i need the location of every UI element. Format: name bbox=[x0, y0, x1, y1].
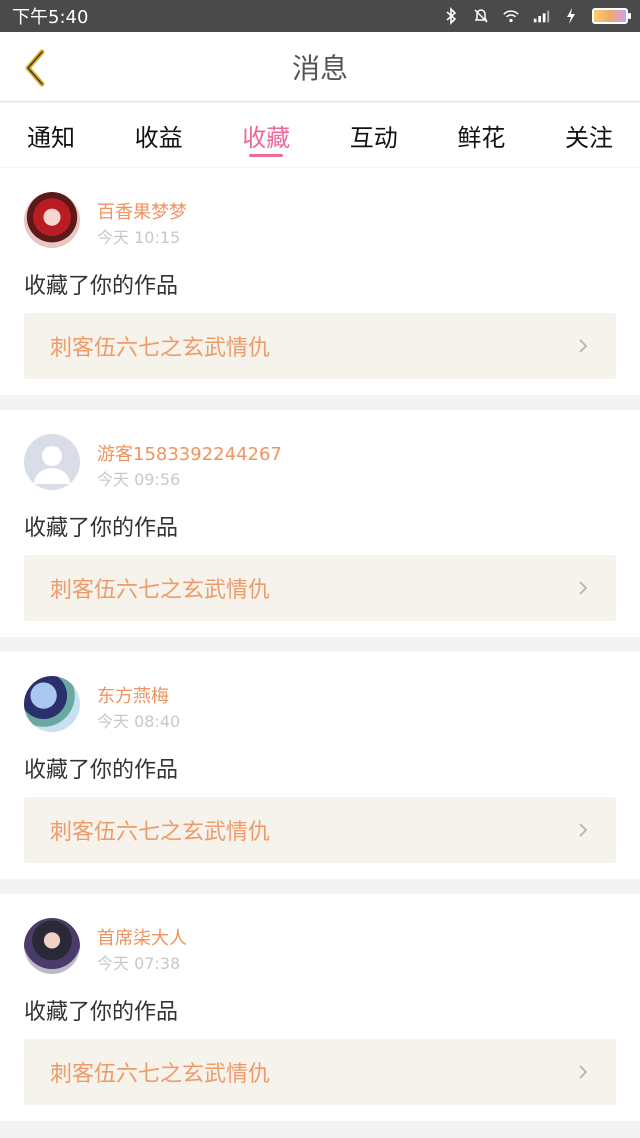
work-link[interactable]: 刺客伍六七之玄武情仇 bbox=[24, 797, 616, 863]
chevron-right-icon bbox=[579, 581, 588, 595]
message-card: 游客1583392244267 今天 09:56 收藏了你的作品 刺客伍六七之玄… bbox=[0, 410, 640, 637]
tab-notifications[interactable]: 通知 bbox=[27, 103, 75, 167]
tab-following[interactable]: 关注 bbox=[565, 103, 613, 167]
message-card: 东方燕梅 今天 08:40 收藏了你的作品 刺客伍六七之玄武情仇 bbox=[0, 652, 640, 879]
message-text: 收藏了你的作品 bbox=[24, 758, 179, 783]
muted-bell-icon bbox=[472, 7, 490, 25]
message-card: 首席柒大人 今天 07:38 收藏了你的作品 刺客伍六七之玄武情仇 bbox=[0, 894, 640, 1121]
bluetooth-icon bbox=[442, 7, 460, 25]
wifi-icon bbox=[502, 7, 520, 25]
back-button[interactable] bbox=[16, 48, 52, 88]
tab-favorites[interactable]: 收藏 bbox=[242, 103, 290, 167]
tab-interactions[interactable]: 互动 bbox=[350, 103, 398, 167]
message-time: 今天 08:40 bbox=[97, 712, 181, 731]
avatar[interactable] bbox=[24, 918, 80, 974]
chevron-right-icon bbox=[579, 823, 588, 837]
status-icons bbox=[442, 7, 631, 25]
avatar[interactable] bbox=[24, 676, 80, 732]
page-title: 消息 bbox=[291, 51, 348, 85]
status-time: 下午5:40 bbox=[12, 7, 89, 28]
chevron-right-icon bbox=[579, 339, 588, 353]
message-text: 收藏了你的作品 bbox=[24, 1000, 179, 1025]
message-time: 今天 09:56 bbox=[97, 470, 181, 489]
tab-earnings[interactable]: 收益 bbox=[135, 103, 183, 167]
chevron-right-icon bbox=[579, 1065, 588, 1079]
avatar[interactable] bbox=[24, 434, 80, 490]
chevron-left-icon bbox=[25, 49, 45, 87]
message-text: 收藏了你的作品 bbox=[24, 274, 179, 299]
battery-icon bbox=[592, 8, 631, 24]
work-title: 刺客伍六七之玄武情仇 bbox=[50, 578, 271, 603]
signal-icon bbox=[532, 7, 550, 25]
user-name[interactable]: 首席柒大人 bbox=[97, 924, 187, 950]
status-bar: 下午5:40 bbox=[0, 0, 640, 32]
user-name[interactable]: 东方燕梅 bbox=[97, 682, 169, 708]
user-name[interactable]: 百香果梦梦 bbox=[97, 198, 187, 224]
message-time: 今天 10:15 bbox=[97, 228, 181, 247]
message-text: 收藏了你的作品 bbox=[24, 516, 179, 541]
message-card: 百香果梦梦 今天 10:15 收藏了你的作品 刺客伍六七之玄武情仇 bbox=[0, 168, 640, 395]
work-link[interactable]: 刺客伍六七之玄武情仇 bbox=[24, 1039, 616, 1105]
work-link[interactable]: 刺客伍六七之玄武情仇 bbox=[24, 555, 616, 621]
work-title: 刺客伍六七之玄武情仇 bbox=[50, 336, 271, 361]
work-title: 刺客伍六七之玄武情仇 bbox=[50, 820, 271, 845]
charging-icon bbox=[562, 7, 580, 25]
tab-flowers[interactable]: 鲜花 bbox=[457, 103, 505, 167]
avatar[interactable] bbox=[24, 192, 80, 248]
work-title: 刺客伍六七之玄武情仇 bbox=[50, 1062, 271, 1087]
message-list: 百香果梦梦 今天 10:15 收藏了你的作品 刺客伍六七之玄武情仇 游客1583… bbox=[0, 168, 640, 1136]
message-time: 今天 07:38 bbox=[97, 954, 181, 973]
app-header: 消息 bbox=[0, 32, 640, 102]
tab-bar: 通知 收益 收藏 互动 鲜花 关注 bbox=[0, 103, 640, 167]
work-link[interactable]: 刺客伍六七之玄武情仇 bbox=[24, 313, 616, 379]
user-name[interactable]: 游客1583392244267 bbox=[97, 440, 282, 466]
